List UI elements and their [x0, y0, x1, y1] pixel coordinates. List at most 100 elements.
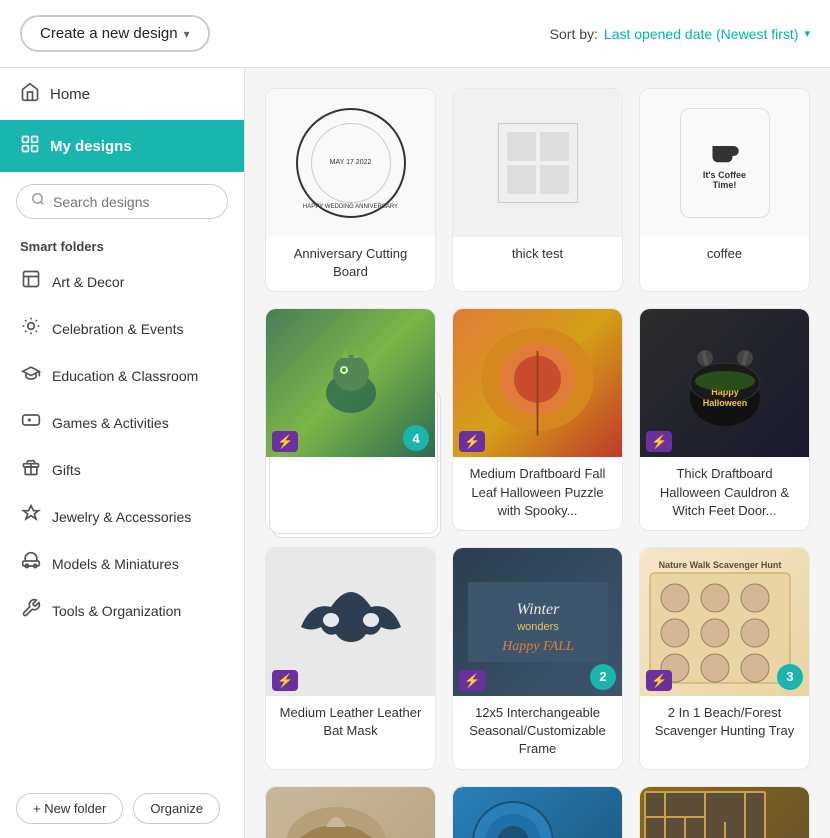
- art-decor-icon: [20, 269, 42, 294]
- thick-test-image: [498, 123, 578, 203]
- sidebar-item-jewelry[interactable]: Jewelry & Accessories: [0, 493, 244, 540]
- sort-chevron-icon[interactable]: ▾: [804, 27, 810, 40]
- card-title-bat-mask: Medium Leather Leather Bat Mask: [266, 696, 435, 750]
- sidebar-item-mydesigns[interactable]: My designs: [0, 120, 244, 172]
- card-title-scavenger: 2 In 1 Beach/Forest Scavenger Hunting Tr…: [640, 696, 809, 750]
- top-bar: Create a new design ▾ Sort by: Last open…: [0, 0, 830, 68]
- design-card-coffee[interactable]: It's CoffeeTime! coffee: [639, 88, 810, 292]
- sort-label: Sort by:: [550, 26, 598, 42]
- design-card-maze[interactable]: ⚡: [639, 786, 810, 838]
- sidebar-tools-label: Tools & Organization: [52, 603, 181, 619]
- lightning-badge-bat-mask: ⚡: [272, 672, 298, 690]
- tools-icon: [20, 598, 42, 623]
- lightning-badge-cauldron: ⚡: [646, 433, 672, 451]
- models-icon: [20, 551, 42, 576]
- plane-image: [266, 787, 435, 838]
- maze-image: [640, 787, 809, 838]
- lightning-badge-dragon: ⚡: [272, 433, 298, 451]
- sidebar-item-art-decor[interactable]: Art & Decor: [0, 258, 244, 305]
- create-design-button[interactable]: Create a new design ▾: [20, 15, 210, 52]
- education-icon: [20, 363, 42, 388]
- jewelry-icon: [20, 504, 42, 529]
- search-icon: [31, 192, 45, 211]
- svg-text:Halloween: Halloween: [702, 398, 747, 408]
- svg-text:wonders: wonders: [516, 621, 559, 633]
- count-badge-seasonal: 2: [590, 664, 616, 690]
- design-card-cauldron[interactable]: Happy Halloween ⚡ Thick Draftboard Hallo…: [639, 308, 810, 531]
- lightning-badge-seasonal: ⚡: [459, 672, 485, 690]
- design-card-seasonal-frame[interactable]: Winter wonders Happy FALL ⚡ 2 12x5 Inter…: [452, 547, 623, 770]
- new-folder-button[interactable]: + New folder: [16, 793, 123, 824]
- design-card-thick-test[interactable]: thick test: [452, 88, 623, 292]
- search-input[interactable]: [53, 194, 213, 210]
- count-badge-scavenger: 3: [777, 664, 803, 690]
- design-card-bat-mask[interactable]: ⚡ Medium Leather Leather Bat Mask: [265, 547, 436, 770]
- design-card-dragon[interactable]: ⚡ 4 DIY Dragon Head Kit: [265, 308, 436, 531]
- create-design-label: Create a new design: [40, 25, 178, 42]
- gifts-icon: [20, 457, 42, 482]
- card-thumbnail-coffee: It's CoffeeTime!: [640, 89, 809, 237]
- svg-text:Happy FALL: Happy FALL: [501, 639, 574, 654]
- card-thumbnail-fall-leaf: ⚡: [453, 309, 622, 457]
- sidebar-celebration-label: Celebration & Events: [52, 321, 184, 337]
- svg-text:Winter: Winter: [516, 601, 559, 618]
- design-card-scavenger[interactable]: Nature Walk Scavenger Hunt: [639, 547, 810, 770]
- card-thumbnail-cauldron: Happy Halloween ⚡: [640, 309, 809, 457]
- card-thumbnail-maze: ⚡: [640, 787, 809, 838]
- design-card-plane[interactable]: ⚡: [265, 786, 436, 838]
- games-icon: [20, 410, 42, 435]
- sidebar-item-models[interactable]: Models & Miniatures: [0, 540, 244, 587]
- sidebar-mydesigns-label: My designs: [50, 138, 132, 155]
- sidebar-item-education[interactable]: Education & Classroom: [0, 352, 244, 399]
- main-layout: Home My designs Smart: [0, 68, 830, 838]
- sidebar-footer: + New folder Organize: [0, 779, 244, 838]
- anniversary-image: MAY 17 2022 HAPPY WEDDING ANNIVERSARY: [296, 108, 406, 218]
- lightning-badge-scavenger: ⚡: [646, 672, 672, 690]
- home-icon: [20, 82, 40, 106]
- sidebar-item-home[interactable]: Home: [0, 68, 244, 120]
- sort-bar: Sort by: Last opened date (Newest first)…: [550, 26, 810, 42]
- coffee-image: It's CoffeeTime!: [680, 108, 770, 218]
- design-card-anniversary[interactable]: MAY 17 2022 HAPPY WEDDING ANNIVERSARY An…: [265, 88, 436, 292]
- card-title-cauldron: Thick Draftboard Halloween Cauldron & Wi…: [640, 457, 809, 530]
- sidebar-home-label: Home: [50, 86, 90, 103]
- card-thumbnail-dragon: ⚡ 4: [266, 309, 435, 457]
- sidebar-item-tools[interactable]: Tools & Organization: [0, 587, 244, 634]
- lightning-badge-fall-leaf: ⚡: [459, 433, 485, 451]
- card-title-seasonal-frame: 12x5 Interchangeable Seasonal/Customizab…: [453, 696, 622, 769]
- sidebar-item-gifts[interactable]: Gifts: [0, 446, 244, 493]
- designs-grid: MAY 17 2022 HAPPY WEDDING ANNIVERSARY An…: [265, 88, 810, 838]
- svg-text:Nature Walk Scavenger Hunt: Nature Walk Scavenger Hunt: [659, 560, 782, 570]
- sidebar-item-games[interactable]: Games & Activities: [0, 399, 244, 446]
- card-thumbnail-seasonal-frame: Winter wonders Happy FALL ⚡ 2: [453, 548, 622, 696]
- chevron-down-icon: ▾: [184, 27, 190, 41]
- card-thumbnail-anniversary: MAY 17 2022 HAPPY WEDDING ANNIVERSARY: [266, 89, 435, 237]
- sidebar-item-celebration[interactable]: Celebration & Events: [0, 305, 244, 352]
- sidebar-education-label: Education & Classroom: [52, 368, 198, 384]
- content-area: MAY 17 2022 HAPPY WEDDING ANNIVERSARY An…: [245, 68, 830, 838]
- card-title-thick-test: thick test: [453, 237, 622, 273]
- card-thumbnail-plane: ⚡: [266, 787, 435, 838]
- sidebar-games-label: Games & Activities: [52, 415, 169, 431]
- design-card-fall-leaf[interactable]: ⚡ Medium Draftboard Fall Leaf Halloween …: [452, 308, 623, 531]
- sidebar-models-label: Models & Miniatures: [52, 556, 179, 572]
- card-thumbnail-bat-mask: ⚡: [266, 548, 435, 696]
- smart-folders-heading: Smart folders: [0, 231, 244, 258]
- sort-value[interactable]: Last opened date (Newest first): [604, 26, 799, 42]
- sidebar-gifts-label: Gifts: [52, 462, 81, 478]
- celebration-icon: [20, 316, 42, 341]
- sidebar: Home My designs Smart: [0, 68, 245, 838]
- card-thumbnail-scavenger: Nature Walk Scavenger Hunt: [640, 548, 809, 696]
- sidebar-jewelry-label: Jewelry & Accessories: [52, 509, 191, 525]
- card-thumbnail-blue-round: ⚡: [453, 787, 622, 838]
- sidebar-art-decor-label: Art & Decor: [52, 274, 124, 290]
- card-title-anniversary: Anniversary Cutting Board: [266, 237, 435, 291]
- card-title-coffee: coffee: [640, 237, 809, 273]
- organize-button[interactable]: Organize: [133, 793, 220, 824]
- card-thumbnail-thick-test: [453, 89, 622, 237]
- search-box: [16, 184, 228, 219]
- blue-round-image: [453, 787, 622, 838]
- design-card-blue-round[interactable]: ⚡: [452, 786, 623, 838]
- mydesigns-icon: [20, 134, 40, 158]
- card-title-fall-leaf: Medium Draftboard Fall Leaf Halloween Pu…: [453, 457, 622, 530]
